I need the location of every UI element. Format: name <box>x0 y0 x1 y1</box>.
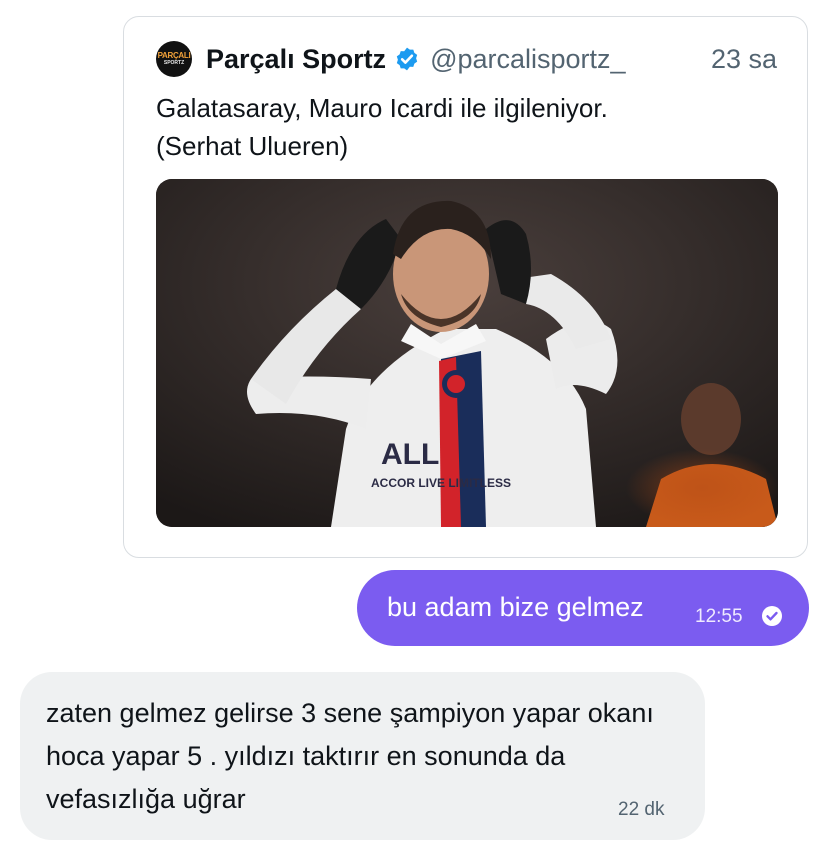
author-avatar[interactable]: PARÇALI SPORTZ <box>156 41 192 77</box>
outgoing-message-text: bu adam bize gelmez <box>387 592 644 622</box>
player-photo: ALL ACCOR LIVE LIMITLESS <box>156 179 778 527</box>
tweet-text-line: Galatasaray, Mauro Icardi ile ilgileniyo… <box>156 93 608 123</box>
verified-badge-icon <box>396 47 418 71</box>
quoted-tweet-header: PARÇALI SPORTZ Parçalı Sportz @parcalisp… <box>156 39 777 79</box>
tweet-timestamp[interactable]: 23 sa <box>711 44 777 75</box>
read-check-icon <box>762 606 782 626</box>
jersey-text: ALL <box>381 438 439 471</box>
outgoing-message-time: 12:55 <box>695 606 743 627</box>
jersey-sponsor-text: ACCOR LIVE LIMITLESS <box>371 476 511 490</box>
outgoing-message-bubble[interactable]: bu adam bize gelmez 12:55 <box>357 570 809 646</box>
quoted-tweet-text: Galatasaray, Mauro Icardi ile ilgileniyo… <box>156 89 756 165</box>
avatar-logo-text: PARÇALI <box>157 51 191 60</box>
tweet-media-image[interactable]: ALL ACCOR LIVE LIMITLESS <box>156 179 778 527</box>
quoted-tweet-card[interactable]: PARÇALI SPORTZ Parçalı Sportz @parcalisp… <box>123 16 808 558</box>
tweet-text-line: (Serhat Ulueren) <box>156 131 349 161</box>
incoming-message-text: zaten gelmez gelirse 3 sene şampiyon yap… <box>46 698 654 814</box>
avatar-logo-subtext: SPORTZ <box>163 60 185 66</box>
author-name[interactable]: Parçalı Sportz <box>206 44 386 75</box>
incoming-message-bubble[interactable]: zaten gelmez gelirse 3 sene şampiyon yap… <box>20 672 705 840</box>
author-handle[interactable]: @parcalisportz_ <box>430 44 626 75</box>
incoming-message-time: 22 dk <box>618 799 665 820</box>
